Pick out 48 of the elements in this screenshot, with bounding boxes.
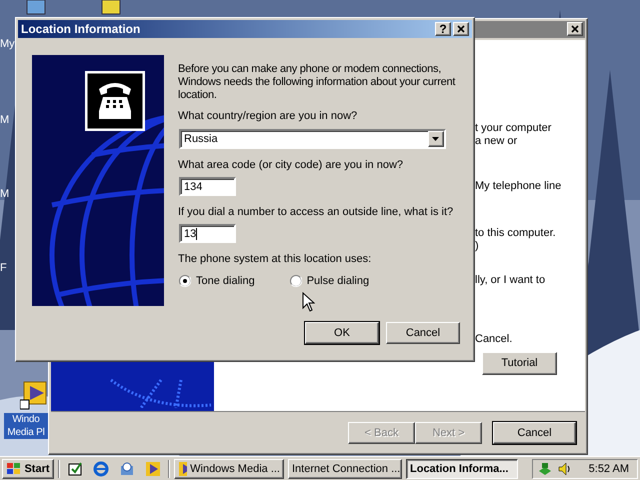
close-icon xyxy=(457,25,465,33)
ok-button[interactable]: OK xyxy=(305,322,379,344)
field-label: What country/region are you in now? xyxy=(178,110,358,123)
cursor-icon xyxy=(302,292,315,312)
wizard-text: lly, or I want to xyxy=(475,274,546,286)
close-button[interactable] xyxy=(567,22,583,36)
desktop-icon-label[interactable]: M xyxy=(0,188,10,201)
radio-label: Pulse dialing xyxy=(306,275,370,287)
field-label: What area code (or city code) are you in now? xyxy=(178,159,404,172)
intro-text: Before you can make any phone or modem connections, Windows needs the following information about your current location. xyxy=(178,63,456,102)
window-title: Location Information xyxy=(21,22,142,36)
radio-option[interactable]: Pulse dialing xyxy=(290,275,370,287)
tutorial-button[interactable]: Tutorial xyxy=(482,352,557,375)
taskbar-button[interactable]: Internet Connection ... xyxy=(288,458,402,478)
wizard-text: to this computer. xyxy=(475,226,556,239)
wizard-text: Cancel. xyxy=(475,332,512,345)
desktop-icon-label[interactable]: My xyxy=(0,38,15,51)
browser-icon[interactable] xyxy=(93,460,109,476)
start-button[interactable]: Start xyxy=(2,458,54,478)
wizard-text: My telephone line xyxy=(475,180,562,192)
taskbar-button[interactable]: Windows Media ... xyxy=(174,458,284,478)
help-button[interactable]: ? xyxy=(435,22,451,36)
media-player-icon xyxy=(178,460,188,476)
country-dropdown[interactable]: Russia xyxy=(179,129,446,149)
radio-button[interactable] xyxy=(290,275,302,287)
radio-option[interactable]: Tone dialing xyxy=(179,275,255,287)
outside-line-field[interactable]: 13 xyxy=(179,224,236,243)
close-button[interactable] xyxy=(453,22,469,36)
telephone-icon xyxy=(86,72,144,130)
cancel-button[interactable]: Cancel xyxy=(493,422,576,444)
taskbar-button[interactable]: Location Informa... xyxy=(406,458,518,478)
dropdown-button[interactable] xyxy=(428,131,444,147)
area-code-field[interactable]: 134 xyxy=(179,177,236,196)
radio-button[interactable] xyxy=(179,275,191,287)
close-icon xyxy=(571,25,579,34)
field-label: The phone system at this location uses: xyxy=(178,253,372,266)
wizard-text: t your computer xyxy=(475,122,552,134)
desktop-icon-label[interactable]: M xyxy=(0,114,10,127)
wizard-text: a new or xyxy=(475,134,518,147)
field-label: If you dial a number to access an outside line, what is it? xyxy=(178,206,454,219)
caret-icon xyxy=(432,137,439,141)
checklist-icon[interactable] xyxy=(67,460,83,476)
desktop-icon-label[interactable]: F xyxy=(0,262,7,275)
wizard-text: ) xyxy=(475,240,479,252)
radio-label: Tone dialing xyxy=(196,275,255,287)
cancel-button[interactable]: Cancel xyxy=(386,322,460,344)
clock: 5:52 AM xyxy=(588,462,629,474)
desktop-icon-label[interactable]: Windo Media Pl xyxy=(4,413,48,439)
